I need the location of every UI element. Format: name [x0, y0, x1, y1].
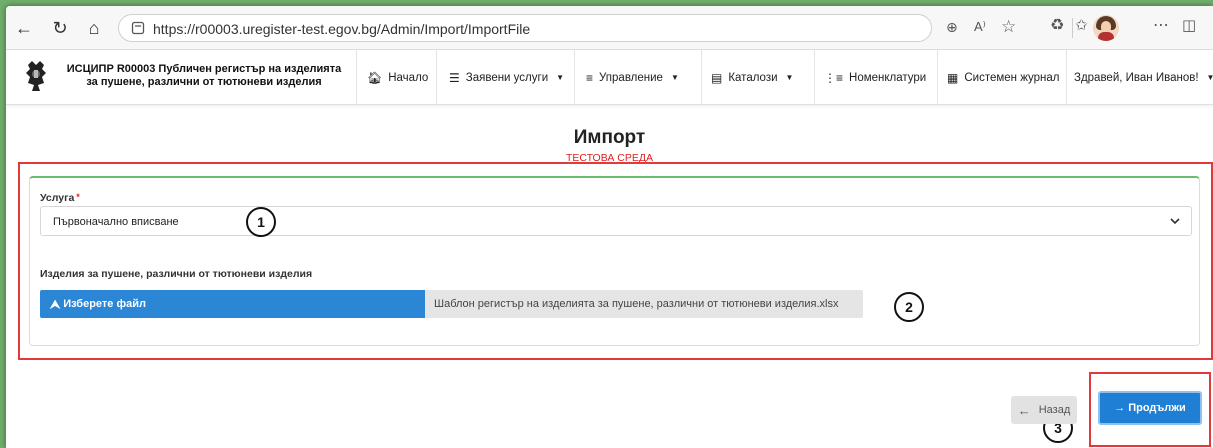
- file-section-label: Изделия за пушене, различни от тютюневи …: [40, 268, 313, 280]
- app-navbar: ИСЦИПР R00003 Публичен регистър на издел…: [6, 50, 1213, 105]
- continue-button[interactable]: → Продължи: [1098, 391, 1202, 425]
- chevron-down-icon: [1170, 218, 1180, 225]
- nav-divider: [356, 50, 357, 105]
- service-label-text: Услуга: [40, 192, 75, 204]
- coat-of-arms-logo[interactable]: [22, 59, 50, 93]
- list-icon: ⋮≡: [824, 70, 844, 85]
- caret-down-icon: ▼: [785, 73, 794, 82]
- caret-down-icon: ▼: [556, 73, 565, 82]
- page-info-icon[interactable]: [131, 21, 145, 35]
- service-field-label: Услуга *: [40, 192, 80, 204]
- nav-management[interactable]: ≡ Управление ▼: [586, 50, 679, 105]
- annotation-marker-1: 1: [246, 207, 276, 237]
- toolbar-divider: [1072, 18, 1073, 38]
- nav-system-journal[interactable]: ▦ Системен журнал: [947, 50, 1060, 105]
- annotation-highlight-form: [18, 162, 1213, 360]
- nav-divider: [937, 50, 938, 105]
- home-icon[interactable]: ⌂: [84, 18, 104, 38]
- back-icon[interactable]: ←: [14, 18, 34, 38]
- nav-divider: [701, 50, 702, 105]
- home-icon: 🏠︎: [367, 70, 383, 85]
- sliders-icon: ≡: [586, 70, 594, 85]
- service-select[interactable]: Първоначално вписване: [40, 206, 1192, 236]
- more-icon[interactable]: ⋯: [1153, 18, 1169, 34]
- list-box-icon: ▤: [711, 70, 723, 85]
- extensions-icon[interactable]: ♻: [1050, 18, 1064, 34]
- selected-file-name: Шаблон регистър на изделията за пушене, …: [425, 290, 863, 318]
- nav-nomenclatures-label: Номенклатури: [849, 71, 927, 84]
- nav-management-label: Управление: [599, 71, 663, 84]
- address-bar[interactable]: https://r00003.uregister-test.egov.bg/Ad…: [118, 14, 932, 42]
- nav-journal-label: Системен журнал: [964, 71, 1060, 84]
- arrow-right-icon: →: [1114, 402, 1126, 414]
- annotation-marker-2: 2: [894, 292, 924, 322]
- zoom-icon[interactable]: ⊕: [946, 20, 958, 34]
- nav-divider: [814, 50, 815, 105]
- brand-line-1: ИСЦИПР R00003 Публичен регистър на издел…: [66, 63, 342, 75]
- nav-divider: [574, 50, 575, 105]
- nav-requested-label: Заявени услуги: [465, 71, 549, 84]
- required-mark: *: [76, 192, 80, 202]
- sidebar-icon[interactable]: ◫: [1182, 18, 1196, 33]
- browser-toolbar: ← ↻ ⌂ https://r00003.uregister-test.egov…: [6, 6, 1213, 50]
- favorites-icon[interactable]: ✩: [1075, 18, 1088, 33]
- upload-icon: ⮝: [50, 296, 61, 311]
- favorite-icon[interactable]: ☆: [1001, 18, 1016, 35]
- nav-user-menu[interactable]: Здравей, Иван Иванов! ▼: [1074, 50, 1213, 105]
- brand-title[interactable]: ИСЦИПР R00003 Публичен регистър на издел…: [64, 63, 344, 89]
- nav-home-label: Начало: [388, 71, 429, 84]
- caret-down-icon: ▼: [1206, 73, 1213, 82]
- back-button[interactable]: ← Назад: [1011, 396, 1077, 424]
- nav-divider: [436, 50, 437, 105]
- url-text: https://r00003.uregister-test.egov.bg/Ad…: [153, 21, 531, 37]
- profile-avatar[interactable]: [1093, 15, 1119, 41]
- continue-button-label: Продължи: [1128, 402, 1186, 414]
- brand-line-2: за пушене, различни от тютюневи изделия: [86, 76, 322, 88]
- nav-divider: [1066, 50, 1067, 105]
- nav-requested-services[interactable]: ☰ Заявени услуги ▼: [449, 50, 564, 105]
- nav-catalogs[interactable]: ▤ Каталози ▼: [711, 50, 793, 105]
- nav-home[interactable]: 🏠︎ Начало: [367, 50, 428, 105]
- arrow-left-icon: ←: [1017, 402, 1031, 418]
- refresh-icon[interactable]: ↻: [50, 18, 70, 38]
- back-button-label: Назад: [1038, 404, 1071, 416]
- browser-window: ← ↻ ⌂ https://r00003.uregister-test.egov…: [6, 6, 1213, 448]
- caret-down-icon: ▼: [670, 73, 679, 82]
- nav-user-label: Здравей, Иван Иванов!: [1074, 71, 1199, 84]
- choose-file-button[interactable]: ⮝ Изберете файл: [40, 290, 425, 318]
- service-select-value: Първоначално вписване: [53, 216, 179, 228]
- layers-icon: ☰: [449, 70, 460, 85]
- nav-catalogs-label: Каталози: [728, 71, 778, 84]
- choose-file-label: Изберете файл: [63, 298, 146, 310]
- page-title: Импорт: [573, 127, 646, 148]
- journal-icon: ▦: [947, 70, 959, 85]
- read-aloud-icon[interactable]: A⁾: [974, 20, 986, 33]
- nav-nomenclatures[interactable]: ⋮≡ Номенклатури: [824, 50, 926, 105]
